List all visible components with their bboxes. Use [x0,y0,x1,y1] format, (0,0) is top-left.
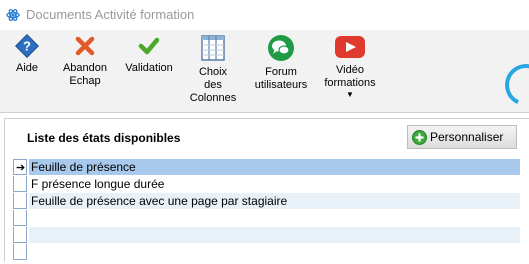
video-play-icon [335,36,365,58]
atom-icon [6,9,20,21]
list-item[interactable]: ➔ Feuille de présence [13,159,520,176]
current-row-arrow-icon: ➔ [16,162,26,174]
video-label: Vidéo formations [324,64,376,89]
chevron-down-icon[interactable]: ▼ [322,91,378,99]
validation-label: Validation [125,62,173,74]
list-item[interactable]: F présence longue durée [13,176,520,193]
forum-label: Forum utilisateurs [254,66,308,91]
reports-panel: Liste des états disponibles Personnalise… [4,118,529,262]
list-item-label: Feuille de présence avec une page par st… [29,193,520,209]
plus-icon [412,130,427,145]
title-bar: Documents Activité formation [0,0,529,30]
row-selector[interactable] [13,193,27,209]
row-selector[interactable] [13,176,27,192]
toolbar: ? Aide Abandon Echap Validation Choix de… [0,30,529,112]
divider [0,112,529,113]
help-icon: ? [15,34,39,58]
list-item[interactable] [13,210,520,227]
list-item[interactable] [13,244,520,261]
help-label: Aide [15,62,39,74]
video-button[interactable]: Vidéo formations ▼ [322,34,378,99]
window-title: Documents Activité formation [26,7,195,22]
list-item[interactable]: Feuille de présence avec une page par st… [13,193,520,210]
row-selector[interactable] [13,244,27,260]
list-item-label: Feuille de présence [29,159,520,175]
panel-title: Liste des états disponibles [27,131,181,145]
checkmark-icon [138,37,160,55]
customize-button[interactable]: Personnaliser [407,125,517,149]
forum-chat-icon [268,35,294,61]
customize-label: Personnaliser [430,130,504,144]
cancel-button[interactable]: Abandon Echap [60,34,110,88]
logo-arc-icon [499,58,529,112]
row-selector[interactable] [13,210,27,226]
list-item[interactable] [13,227,520,244]
help-button[interactable]: ? Aide [12,34,42,75]
reports-list: ➔ Feuille de présence F présence longue … [13,159,520,264]
forum-button[interactable]: Forum utilisateurs [252,34,310,92]
columns-button[interactable]: Choix des Colonnes [186,34,240,105]
list-item-label [29,227,520,243]
row-selector[interactable]: ➔ [13,159,27,175]
cancel-label: Abandon Echap [62,62,108,87]
cancel-x-icon [75,36,95,56]
list-item-label [29,210,520,226]
list-item-label [29,244,520,260]
row-selector[interactable] [13,227,27,243]
validation-button[interactable]: Validation [125,34,173,75]
columns-icon [201,35,225,61]
list-item-label: F présence longue durée [31,177,165,191]
svg-text:?: ? [23,39,31,54]
columns-label: Choix des Colonnes [189,66,237,104]
